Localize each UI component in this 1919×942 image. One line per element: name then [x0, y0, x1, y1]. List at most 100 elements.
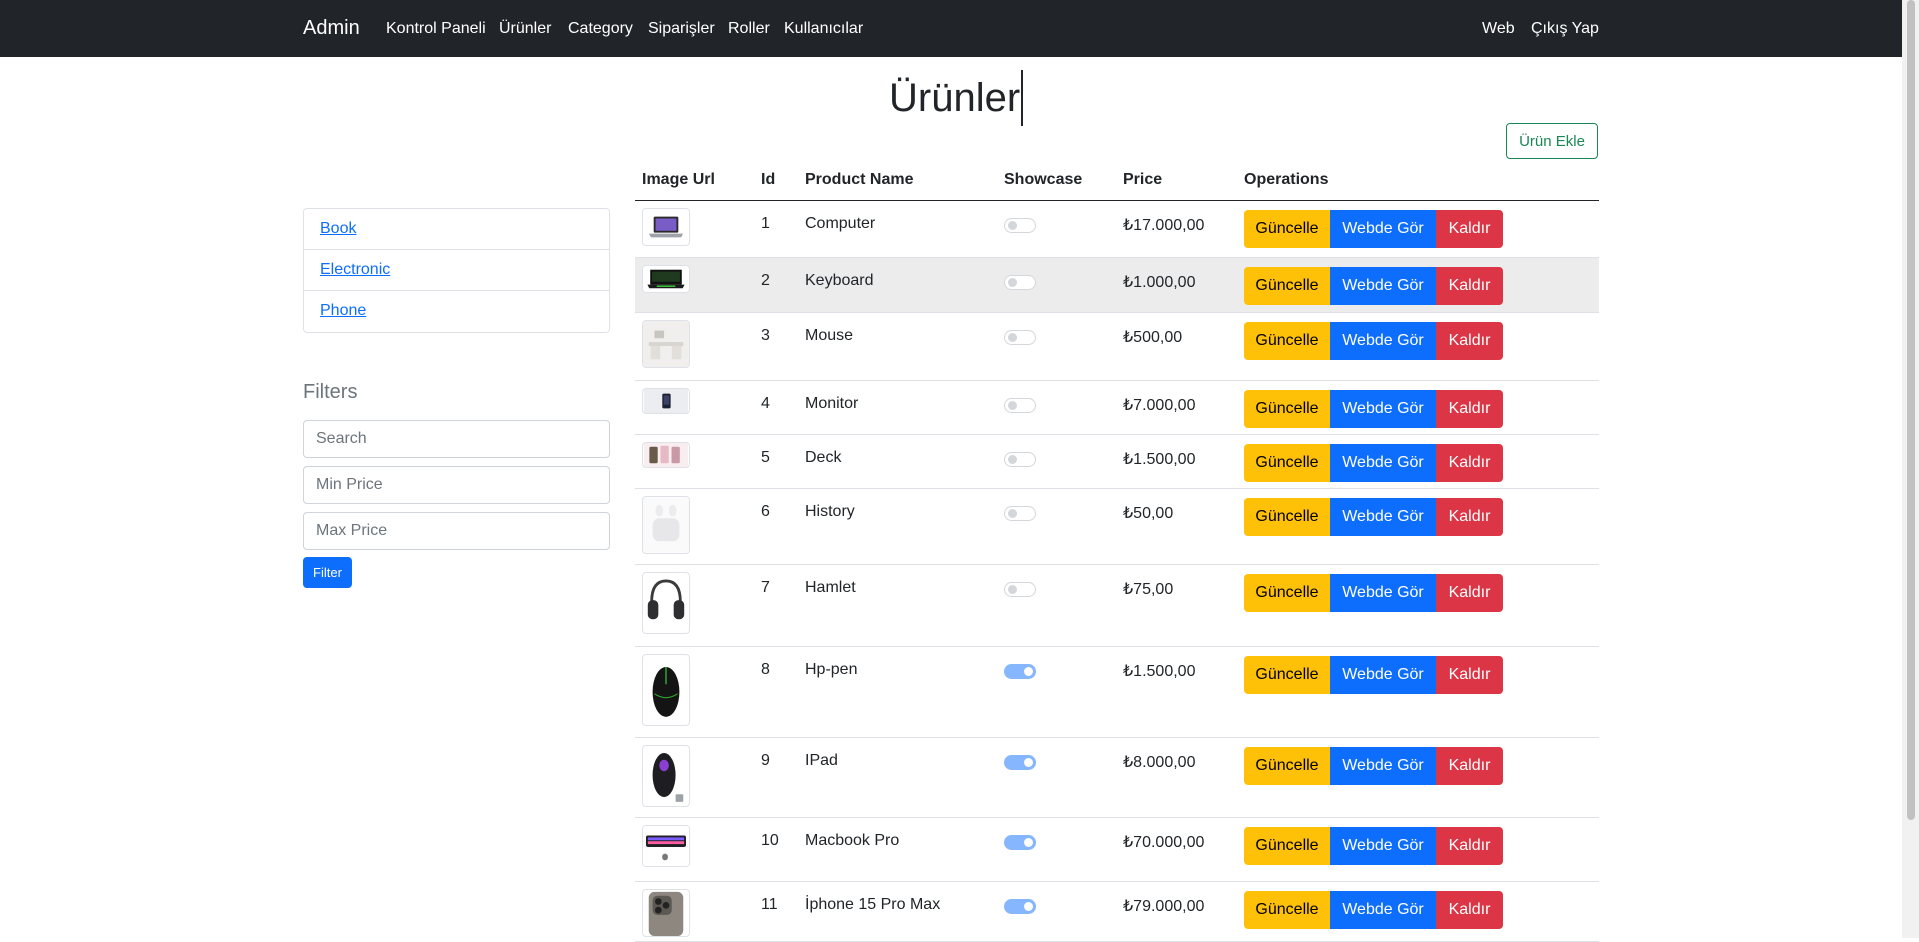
column-header-showcase: Showcase [1004, 171, 1083, 188]
view-on-web-button[interactable]: Webde Gör [1330, 656, 1436, 694]
row-price: ₺70.000,00 [1123, 834, 1205, 851]
showcase-toggle[interactable] [1004, 398, 1036, 413]
scrollbar-thumb[interactable] [1907, 0, 1915, 820]
showcase-toggle[interactable] [1004, 218, 1036, 233]
remove-button[interactable]: Kaldır [1436, 210, 1503, 248]
nav-link-web[interactable]: Web [1482, 20, 1515, 38]
remove-button[interactable]: Kaldır [1436, 390, 1503, 428]
nav-link-orders[interactable]: Siparişler [648, 20, 715, 38]
view-on-web-button[interactable]: Webde Gör [1330, 390, 1436, 428]
keyboard-thumbnail-icon [642, 825, 690, 867]
row-id: 3 [761, 327, 770, 344]
filter-button[interactable]: Filter [303, 557, 352, 588]
showcase-toggle[interactable] [1004, 899, 1036, 914]
showcase-toggle[interactable] [1004, 506, 1036, 521]
row-product-name: History [805, 503, 855, 520]
row-operations: Güncelle Webde Gör Kaldır [1244, 891, 1503, 929]
category-link-book[interactable]: Book [320, 220, 356, 237]
view-on-web-button[interactable]: Webde Gör [1330, 267, 1436, 305]
column-header-price: Price [1123, 171, 1163, 188]
row-product-name: Keyboard [805, 272, 874, 289]
row-id: 4 [761, 395, 770, 412]
row-product-name: Hp-pen [805, 661, 858, 678]
showcase-toggle[interactable] [1004, 835, 1036, 850]
column-header-image-url: Image Url [642, 171, 715, 188]
nav-link-roles[interactable]: Roller [728, 20, 770, 38]
search-input[interactable] [303, 420, 610, 458]
row-price: ₺500,00 [1123, 329, 1183, 346]
view-on-web-button[interactable]: Webde Gör [1330, 574, 1436, 612]
showcase-toggle[interactable] [1004, 452, 1036, 467]
toggle-knob [1024, 838, 1033, 847]
nav-link-users[interactable]: Kullanıcılar [784, 20, 863, 38]
earbuds-thumbnail-icon [642, 496, 690, 554]
category-link-electronic[interactable]: Electronic [320, 261, 390, 278]
min-price-input[interactable] [303, 466, 610, 504]
update-button[interactable]: Güncelle [1244, 827, 1330, 865]
max-price-input[interactable] [303, 512, 610, 550]
showcase-toggle[interactable] [1004, 582, 1036, 597]
remove-button[interactable]: Kaldır [1436, 267, 1503, 305]
showcase-toggle[interactable] [1004, 755, 1036, 770]
view-on-web-button[interactable]: Webde Gör [1330, 210, 1436, 248]
add-product-button[interactable]: Ürün Ekle [1506, 123, 1598, 159]
headphones-thumbnail-icon [642, 572, 690, 634]
phone-thumbnail-icon [642, 388, 690, 414]
toggle-knob [1008, 455, 1017, 464]
phones-thumbnail-icon [642, 442, 690, 468]
update-button[interactable]: Güncelle [1244, 574, 1330, 612]
page-title: Ürünler [889, 70, 1024, 126]
view-on-web-button[interactable]: Webde Gör [1330, 322, 1436, 360]
nav-link-products[interactable]: Ürünler [499, 20, 551, 38]
update-button[interactable]: Güncelle [1244, 390, 1330, 428]
nav-link-dashboard[interactable]: Kontrol Paneli [386, 20, 486, 38]
view-on-web-button[interactable]: Webde Gör [1330, 827, 1436, 865]
update-button[interactable]: Güncelle [1244, 267, 1330, 305]
nav-link-category[interactable]: Category [568, 20, 633, 38]
remove-button[interactable]: Kaldır [1436, 656, 1503, 694]
showcase-toggle[interactable] [1004, 330, 1036, 345]
remove-button[interactable]: Kaldır [1436, 891, 1503, 929]
update-button[interactable]: Güncelle [1244, 747, 1330, 785]
view-on-web-button[interactable]: Webde Gör [1330, 891, 1436, 929]
row-price: ₺75,00 [1123, 581, 1174, 598]
rgb-mouse-thumbnail-icon [642, 745, 690, 807]
desk-thumbnail-icon [642, 320, 690, 368]
page-scrollbar[interactable] [1902, 0, 1919, 938]
toggle-knob [1008, 509, 1017, 518]
remove-button[interactable]: Kaldır [1436, 574, 1503, 612]
toggle-knob [1024, 758, 1033, 767]
category-link-phone[interactable]: Phone [320, 302, 366, 319]
laptop-thumbnail-icon [642, 208, 690, 246]
view-on-web-button[interactable]: Webde Gör [1330, 444, 1436, 482]
remove-button[interactable]: Kaldır [1436, 322, 1503, 360]
row-operations: Güncelle Webde Gör Kaldır [1244, 656, 1503, 694]
category-item: Electronic [304, 250, 609, 291]
showcase-toggle[interactable] [1004, 664, 1036, 679]
update-button[interactable]: Güncelle [1244, 444, 1330, 482]
row-operations: Güncelle Webde Gör Kaldır [1244, 444, 1503, 482]
row-price: ₺17.000,00 [1123, 217, 1205, 234]
update-button[interactable]: Güncelle [1244, 656, 1330, 694]
row-price: ₺1.500,00 [1123, 451, 1196, 468]
view-on-web-button[interactable]: Webde Gör [1330, 747, 1436, 785]
row-product-name: Deck [805, 449, 842, 466]
update-button[interactable]: Güncelle [1244, 498, 1330, 536]
row-id: 10 [761, 832, 779, 849]
nav-link-logout[interactable]: Çıkış Yap [1531, 20, 1599, 38]
update-button[interactable]: Güncelle [1244, 322, 1330, 360]
remove-button[interactable]: Kaldır [1436, 827, 1503, 865]
remove-button[interactable]: Kaldır [1436, 444, 1503, 482]
navbar-brand[interactable]: Admin [303, 17, 360, 40]
view-on-web-button[interactable]: Webde Gör [1330, 498, 1436, 536]
remove-button[interactable]: Kaldır [1436, 498, 1503, 536]
update-button[interactable]: Güncelle [1244, 210, 1330, 248]
update-button[interactable]: Güncelle [1244, 891, 1330, 929]
remove-button[interactable]: Kaldır [1436, 747, 1503, 785]
toggle-knob [1008, 585, 1017, 594]
showcase-toggle[interactable] [1004, 275, 1036, 290]
filters-title: Filters [303, 381, 358, 403]
toggle-knob [1024, 667, 1033, 676]
row-product-name: IPad [805, 752, 838, 769]
category-list: Book Electronic Phone [303, 208, 610, 333]
